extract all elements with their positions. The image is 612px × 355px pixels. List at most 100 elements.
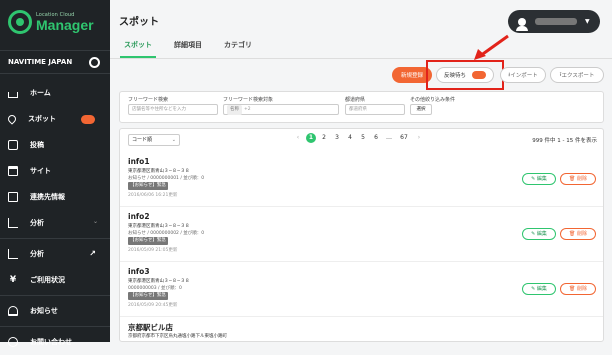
updated-date: 2016/05/09 21:05更新 bbox=[128, 248, 178, 253]
sidebar-item-notices[interactable]: お知らせ bbox=[0, 298, 110, 324]
sidebar-item-label: 分析 bbox=[30, 250, 44, 258]
category-tag: 【お知らせ】緊急 bbox=[128, 237, 168, 245]
updated-date: 2016/05/09 20:45更新 bbox=[128, 303, 178, 308]
page-button[interactable]: 6 bbox=[371, 133, 381, 143]
chevron-down-icon: ▼ bbox=[585, 18, 590, 25]
edit-icon bbox=[8, 140, 18, 150]
calendar-icon bbox=[8, 166, 18, 176]
category-tag: 【お知らせ】緊急 bbox=[128, 182, 168, 190]
pagination: ‹ 1 2 3 4 5 6 … 67 › bbox=[293, 133, 424, 143]
sidebar-item-analytics[interactable]: 分析 ⌄ bbox=[0, 210, 110, 236]
edit-button[interactable]: ✎ 編集 bbox=[522, 283, 556, 295]
sidebar-item-contact[interactable]: お問い合わせ bbox=[0, 329, 110, 355]
pref-label: 都道府県 bbox=[345, 97, 366, 103]
page-button[interactable]: 1 bbox=[306, 133, 316, 143]
edit-label: 編集 bbox=[536, 286, 547, 292]
delete-button[interactable]: 🗑 削除 bbox=[560, 173, 596, 185]
home-icon bbox=[8, 91, 18, 98]
sidebar-item-label: 分析 bbox=[30, 219, 44, 227]
spot-title[interactable]: info3 bbox=[128, 267, 150, 276]
result-count: 999 件中 1 - 15 件を表示 bbox=[532, 138, 597, 144]
logo-mark-icon bbox=[8, 10, 32, 34]
delete-label: 削除 bbox=[576, 231, 587, 237]
sidebar-item-label: ホーム bbox=[30, 89, 51, 97]
target-select[interactable]: 名称 +2 bbox=[223, 104, 339, 115]
user-menu[interactable]: ▼ bbox=[508, 10, 600, 33]
user-name-redacted bbox=[535, 18, 577, 25]
next-page-button[interactable]: › bbox=[414, 133, 424, 143]
sidebar-item-site[interactable]: サイト bbox=[0, 158, 110, 184]
sidebar-item-integration[interactable]: 連携先情報 bbox=[0, 184, 110, 210]
tab-category[interactable]: カテゴリ bbox=[220, 38, 256, 58]
chevron-down-icon: ⌄ bbox=[92, 218, 98, 225]
filter-panel: フリーワード検索 店舗名等や住所などを入力 フリーワード検索対象 名称 +2 都道… bbox=[119, 91, 604, 123]
divider bbox=[110, 58, 612, 59]
sidebar-item-label: お知らせ bbox=[30, 307, 58, 315]
select-button[interactable]: 選択 bbox=[410, 104, 432, 115]
chevron-down-icon: ⌄ bbox=[171, 137, 176, 143]
company-name: NAVITIME JAPAN bbox=[8, 58, 73, 66]
pref-select[interactable]: 都道府県 bbox=[345, 104, 405, 115]
spot-codes: お知らせ / 0000000001 / 並び順：0 bbox=[128, 176, 205, 181]
keyword-input[interactable]: 店舗名等や住所などを入力 bbox=[128, 104, 218, 115]
logo-title: Manager bbox=[36, 16, 94, 33]
list-item[interactable]: info2 東京都港区南青山３−８−３８ お知らせ / 0000000002 /… bbox=[120, 208, 603, 262]
sidebar-item-spot[interactable]: スポット bbox=[0, 106, 110, 132]
prev-page-button[interactable]: ‹ bbox=[293, 133, 303, 143]
page-button[interactable]: 4 bbox=[345, 133, 355, 143]
target-label: フリーワード検索対象 bbox=[223, 97, 274, 103]
list-item[interactable]: 京都駅ビル店 京都府京都市下京区烏丸通塩小路下ル東塩小路町 bbox=[120, 318, 603, 341]
spot-address: 東京都港区南青山３−８−３８ bbox=[128, 224, 190, 229]
page-button[interactable]: 3 bbox=[332, 133, 342, 143]
keyword-label: フリーワード検索 bbox=[128, 97, 169, 103]
logo[interactable]: Location Cloud Manager bbox=[8, 8, 94, 36]
export-button[interactable]: ⭱ エクスポート bbox=[550, 67, 604, 83]
list-item[interactable]: info1 東京都港区南青山３−８−３８ お知らせ / 0000000001 /… bbox=[120, 153, 603, 207]
edit-label: 編集 bbox=[536, 176, 547, 182]
spot-title[interactable]: info1 bbox=[128, 157, 150, 166]
sidebar-item-label: サイト bbox=[30, 167, 51, 175]
export-label: エクスポート bbox=[561, 73, 595, 79]
chat-icon bbox=[8, 337, 18, 347]
divider bbox=[0, 238, 110, 239]
tab-detail-items[interactable]: 詳細項目 bbox=[170, 38, 206, 58]
company-selector[interactable]: NAVITIME JAPAN bbox=[0, 50, 110, 74]
bar-chart-icon bbox=[8, 218, 18, 228]
import-button[interactable]: ⭳ インポート bbox=[500, 67, 546, 83]
divider bbox=[0, 326, 110, 327]
delete-label: 削除 bbox=[576, 286, 587, 292]
spot-title[interactable]: 京都駅ビル店 bbox=[128, 322, 173, 333]
notification-badge bbox=[81, 115, 95, 124]
page-button[interactable]: 67 bbox=[397, 133, 411, 143]
bar-chart-icon bbox=[8, 249, 18, 259]
delete-button[interactable]: 🗑 削除 bbox=[560, 228, 596, 240]
sidebar-item-analytics-external[interactable]: 分析 ↗ bbox=[0, 241, 110, 267]
page-button[interactable]: 5 bbox=[358, 133, 368, 143]
list-item[interactable]: info3 東京都港区南青山３−８−３８ 0000000003 / 並び順：0 … bbox=[120, 263, 603, 317]
spot-address: 東京都港区南青山３−８−３８ bbox=[128, 169, 190, 174]
spot-title[interactable]: info2 bbox=[128, 212, 150, 221]
gear-icon[interactable] bbox=[89, 57, 100, 68]
category-tag: 【お知らせ】緊急 bbox=[128, 292, 168, 300]
pin-icon bbox=[6, 113, 18, 125]
sidebar-item-home[interactable]: ホーム bbox=[0, 80, 110, 106]
spot-list: コード順 ⌄ ‹ 1 2 3 4 5 6 … 67 › 999 件中 1 - 15… bbox=[119, 128, 604, 342]
sidebar-nav: ホーム スポット 投稿 サイト 連携先情報 分析 ⌄ 分析 ↗ ¥ ご利用状況 お知ら… bbox=[0, 80, 110, 355]
pending-count-badge bbox=[472, 71, 486, 79]
tab-spot[interactable]: スポット bbox=[120, 38, 156, 58]
sort-value: コード順 bbox=[132, 137, 153, 143]
delete-button[interactable]: 🗑 削除 bbox=[560, 283, 596, 295]
page-button[interactable]: 2 bbox=[319, 133, 329, 143]
sidebar-item-usage[interactable]: ¥ ご利用状況 bbox=[0, 267, 110, 293]
sidebar: Location Cloud Manager NAVITIME JAPAN ホー… bbox=[0, 0, 110, 347]
edit-button[interactable]: ✎ 編集 bbox=[522, 228, 556, 240]
edit-button[interactable]: ✎ 編集 bbox=[522, 173, 556, 185]
edit-label: 編集 bbox=[536, 231, 547, 237]
pending-button[interactable]: 反映待ち bbox=[436, 67, 494, 83]
page-title: スポット bbox=[119, 17, 159, 28]
sidebar-item-post[interactable]: 投稿 bbox=[0, 132, 110, 158]
sort-select[interactable]: コード順 ⌄ bbox=[128, 134, 180, 146]
other-label: その他絞り込み条件 bbox=[410, 97, 456, 103]
spot-codes: お知らせ / 0000000002 / 並び順：0 bbox=[128, 231, 205, 236]
spot-codes: 0000000003 / 並び順：0 bbox=[128, 286, 182, 291]
